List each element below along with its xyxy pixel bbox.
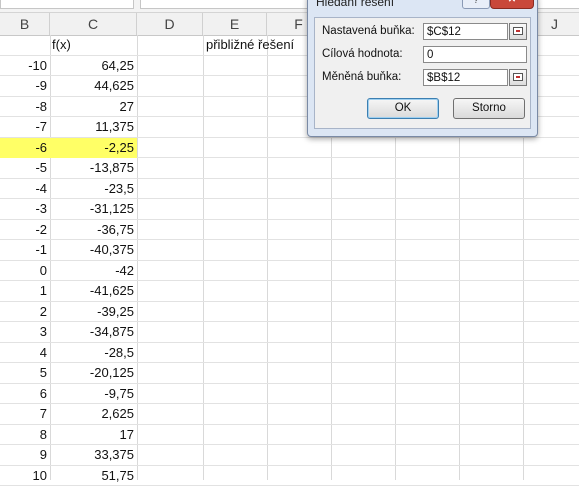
changing-cell-input[interactable]: [423, 69, 508, 86]
cell-b-value[interactable]: -10: [0, 56, 50, 76]
cell-c-value[interactable]: 33,375: [50, 445, 137, 465]
cell-b-value[interactable]: 1: [0, 281, 50, 301]
table-row: 933,375: [0, 445, 579, 466]
table-row: -6-2,25: [0, 138, 579, 159]
table-row: 72,625: [0, 404, 579, 425]
table-row: 5-20,125: [0, 363, 579, 384]
changing-cell-label: Měněná buňka:: [322, 71, 401, 83]
cell-c-value[interactable]: 64,25: [50, 56, 137, 76]
cell-b-value[interactable]: -6: [0, 138, 50, 158]
cell-b-value[interactable]: 7: [0, 404, 50, 424]
table-row: 3-34,875: [0, 322, 579, 343]
cell-b-value[interactable]: 8: [0, 425, 50, 445]
cancel-button[interactable]: Storno: [453, 98, 525, 119]
help-button[interactable]: ?: [462, 0, 490, 9]
dialog-title: Hledání řešení: [316, 0, 394, 9]
table-row: 6-9,75: [0, 384, 579, 405]
changing-cell-collapse-button[interactable]: [509, 69, 527, 86]
table-row: -1-40,375: [0, 240, 579, 261]
cell-c-value[interactable]: -2,25: [50, 138, 137, 158]
cell-e-header[interactable]: přibližné řešení: [203, 35, 323, 55]
goal-seek-dialog: Hledání řešení ? ✕ Nastavená buňka: Cílo…: [307, 0, 538, 137]
cell-c-value[interactable]: -34,875: [50, 322, 137, 342]
cell-c-value[interactable]: -20,125: [50, 363, 137, 383]
cell-b-value[interactable]: 10: [0, 466, 50, 486]
target-value-label: Cílová hodnota:: [322, 48, 403, 60]
cell-c-value[interactable]: -39,25: [50, 302, 137, 322]
cell-c-value[interactable]: -36,75: [50, 220, 137, 240]
column-header-b[interactable]: B: [0, 13, 50, 35]
cell-c-value[interactable]: -9,75: [50, 384, 137, 404]
table-row: -5-13,875: [0, 158, 579, 179]
table-row: -4-23,5: [0, 179, 579, 200]
dialog-body: Nastavená buňka: Cílová hodnota: Měněná …: [314, 17, 531, 129]
set-cell-collapse-button[interactable]: [509, 23, 527, 40]
set-cell-label: Nastavená buňka:: [322, 25, 415, 37]
cell-c-value[interactable]: -23,5: [50, 179, 137, 199]
table-row: 0-42: [0, 261, 579, 282]
cell-b-value[interactable]: -4: [0, 179, 50, 199]
cell-b-value[interactable]: -7: [0, 117, 50, 137]
cell-b-value[interactable]: 9: [0, 445, 50, 465]
table-row: 817: [0, 425, 579, 446]
cell-b-value[interactable]: 2: [0, 302, 50, 322]
cell-b-value[interactable]: 4: [0, 343, 50, 363]
column-header-e[interactable]: E: [203, 13, 267, 35]
target-value-input[interactable]: [423, 46, 527, 63]
cell-c-header[interactable]: f(x): [50, 35, 137, 55]
collapse-dialog-icon: [513, 73, 523, 81]
cell-b-value[interactable]: -2: [0, 220, 50, 240]
close-button[interactable]: ✕: [490, 0, 534, 9]
table-row: 2-39,25: [0, 302, 579, 323]
cell-c-value[interactable]: -41,625: [50, 281, 137, 301]
cell-b-value[interactable]: 6: [0, 384, 50, 404]
ok-button[interactable]: OK: [367, 98, 439, 119]
cell-b-value[interactable]: 0: [0, 261, 50, 281]
cell-c-value[interactable]: -31,125: [50, 199, 137, 219]
cell-b-value[interactable]: -5: [0, 158, 50, 178]
table-row: -3-31,125: [0, 199, 579, 220]
cell-b-value[interactable]: 5: [0, 363, 50, 383]
column-header-c[interactable]: C: [50, 13, 137, 35]
cell-c-value[interactable]: 27: [50, 97, 137, 117]
column-header-d[interactable]: D: [137, 13, 203, 35]
table-row: 4-28,5: [0, 343, 579, 364]
cell-c-value[interactable]: -42: [50, 261, 137, 281]
cell-c-value[interactable]: 2,625: [50, 404, 137, 424]
cell-c-value[interactable]: -40,375: [50, 240, 137, 260]
table-row: -2-36,75: [0, 220, 579, 241]
collapse-dialog-icon: [513, 27, 523, 35]
cell-c-value[interactable]: 11,375: [50, 117, 137, 137]
cell-b-value[interactable]: -8: [0, 97, 50, 117]
set-cell-input[interactable]: [423, 23, 508, 40]
cell-c-value[interactable]: 44,625: [50, 76, 137, 96]
cell-c-value[interactable]: 51,75: [50, 466, 137, 486]
table-row: 1-41,625: [0, 281, 579, 302]
cell-b-value[interactable]: -3: [0, 199, 50, 219]
cell-b-value[interactable]: -9: [0, 76, 50, 96]
name-box[interactable]: [0, 0, 134, 9]
cell-c-value[interactable]: 17: [50, 425, 137, 445]
cell-b-value[interactable]: 3: [0, 322, 50, 342]
cell-c-value[interactable]: -13,875: [50, 158, 137, 178]
cell-c-value[interactable]: -28,5: [50, 343, 137, 363]
cell-b-value[interactable]: -1: [0, 240, 50, 260]
table-row: 1051,75: [0, 466, 579, 486]
